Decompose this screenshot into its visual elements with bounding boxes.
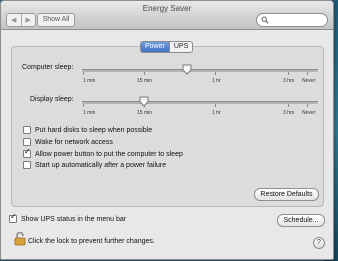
tick	[83, 104, 84, 107]
tab-power[interactable]: Power	[141, 42, 169, 52]
chevron-left-icon: ◀	[11, 16, 17, 24]
show-all-button[interactable]: Show All	[37, 13, 75, 27]
wake-network-checkbox[interactable]	[23, 138, 31, 146]
auto-startup-checkbox[interactable]	[23, 161, 31, 169]
titlebar: Energy Saver ◀ ▶ Show All	[1, 1, 333, 30]
tick	[288, 72, 289, 75]
tick	[307, 104, 308, 107]
help-button[interactable]: ?	[313, 237, 325, 249]
tick-label: 1 min	[83, 78, 96, 84]
search-icon	[261, 16, 269, 24]
power-button-sleep-checkbox[interactable]	[23, 147, 31, 158]
display-sleep-track[interactable]	[82, 101, 318, 104]
option-auto-startup[interactable]: Start up automatically after a power fai…	[23, 161, 166, 169]
tick-label: 15 min	[137, 110, 153, 116]
option-power-button-sleep[interactable]: Allow power button to put the computer t…	[23, 147, 183, 158]
lock-icon[interactable]	[14, 231, 26, 246]
option-show-ups-status[interactable]: Show UPS status in the menu bar	[9, 212, 127, 223]
tab-control: Power UPS	[140, 41, 194, 53]
restore-defaults-button[interactable]: Restore Defaults	[254, 188, 319, 201]
lock-text: Click the lock to prevent further change…	[28, 238, 155, 245]
option-label: Wake for network access	[35, 138, 113, 146]
tab-ups[interactable]: UPS	[168, 42, 192, 52]
tick-label: Never	[302, 110, 316, 116]
option-label: Start up automatically after a power fai…	[35, 161, 167, 169]
display-sleep-slider-knob[interactable]	[139, 96, 149, 107]
tick	[288, 104, 289, 107]
tick	[144, 72, 145, 75]
window-title: Energy Saver	[142, 4, 192, 13]
tick-label: Never	[302, 78, 316, 84]
computer-sleep-label: Computer sleep:	[22, 64, 74, 71]
nav-buttons: ◀ ▶	[6, 13, 36, 27]
tick-label: 1 min	[83, 110, 96, 116]
chevron-right-icon: ▶	[25, 16, 31, 24]
tick	[215, 72, 216, 75]
hard-disk-sleep-checkbox[interactable]	[23, 126, 31, 134]
display-sleep-label: Display sleep:	[30, 96, 74, 103]
tick-label: 1 hr	[212, 78, 221, 84]
forward-button[interactable]: ▶	[20, 14, 36, 26]
option-label: Show UPS status in the menu bar	[21, 215, 127, 223]
option-wake-network[interactable]: Wake for network access	[23, 138, 113, 146]
tick	[83, 72, 84, 75]
computer-sleep-slider-knob[interactable]	[182, 64, 192, 75]
tick-label: 3 hrs	[283, 110, 295, 116]
option-hard-disk-sleep[interactable]: Put hard disks to sleep when possible	[23, 126, 152, 134]
option-label: Allow power button to put the computer t…	[35, 150, 183, 158]
back-button[interactable]: ◀	[7, 14, 21, 26]
tick	[307, 72, 308, 75]
tick-label: 1 hr	[212, 110, 221, 116]
show-ups-status-checkbox[interactable]	[9, 212, 17, 223]
option-label: Put hard disks to sleep when possible	[35, 126, 153, 134]
schedule-button[interactable]: Schedule...	[277, 214, 325, 227]
tick-label: 3 hrs	[283, 78, 295, 84]
energy-saver-window: Energy Saver ◀ ▶ Show All Power UPS Comp…	[0, 0, 334, 260]
computer-sleep-track[interactable]	[82, 69, 318, 72]
search-input[interactable]	[256, 13, 328, 27]
tick-label: 15 min	[137, 78, 153, 84]
tick	[215, 104, 216, 107]
